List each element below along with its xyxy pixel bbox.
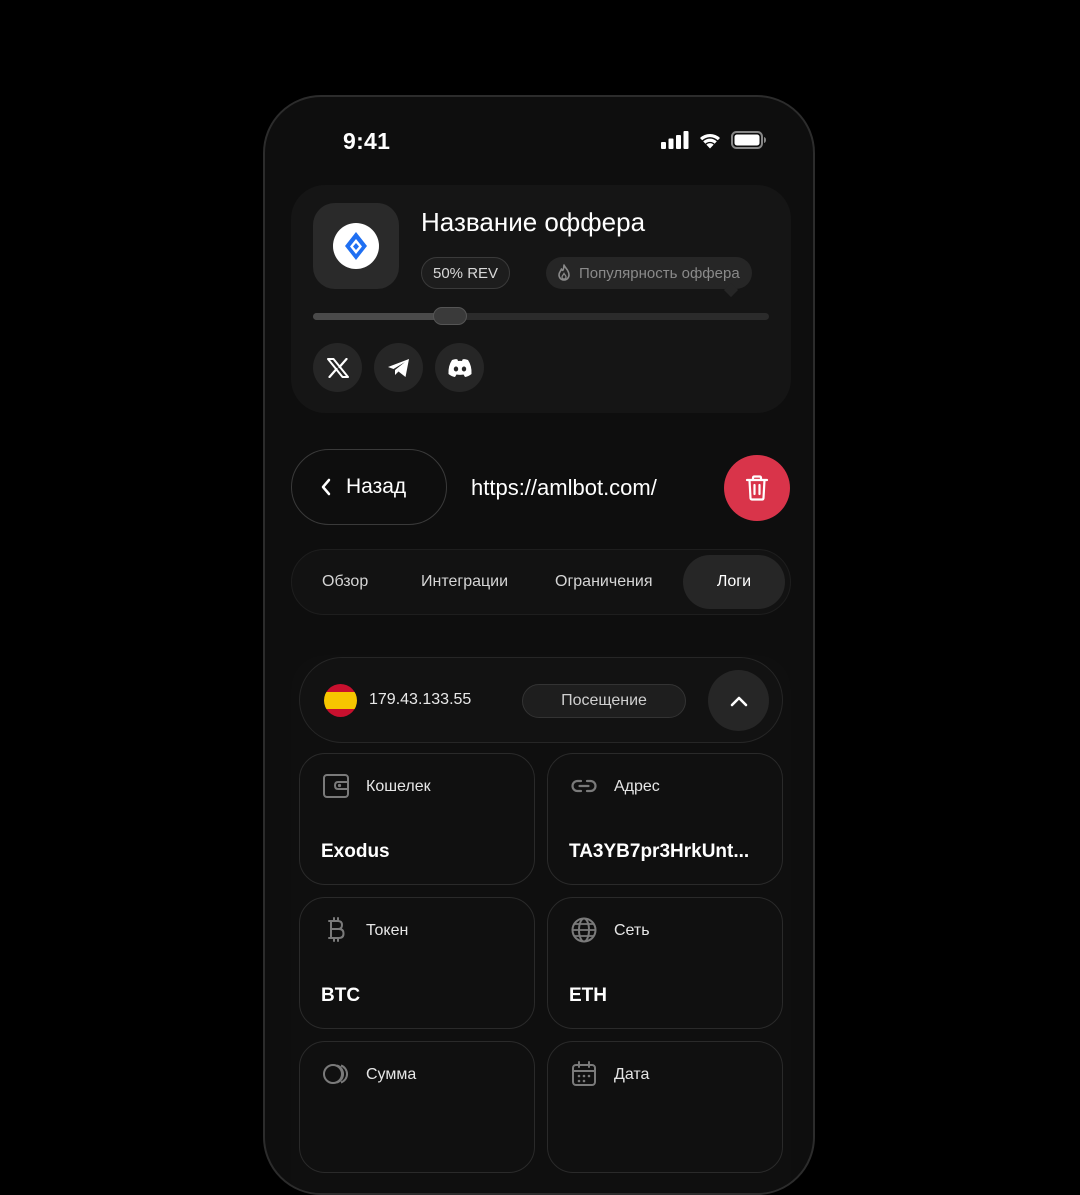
log-entry-card: 179.43.133.55 Посещение Кошелек Exodus А… — [291, 655, 791, 1193]
tab-bar: Обзор Интеграции Ограничения Логи — [291, 549, 791, 615]
x-icon — [326, 357, 349, 378]
status-bar: 9:41 — [265, 97, 813, 187]
field-tile-token: Токен BTC — [299, 897, 535, 1029]
ip-address: 179.43.133.55 — [369, 691, 472, 708]
field-tile-network: Сеть ETH — [547, 897, 783, 1029]
field-value: Exodus — [321, 841, 390, 862]
field-label: Адрес — [614, 778, 660, 795]
spain-flag-icon — [324, 684, 357, 717]
x-button[interactable] — [313, 343, 362, 392]
battery-icon — [731, 131, 766, 149]
tab-restrictions[interactable]: Ограничения — [555, 550, 653, 614]
field-value: ETH — [569, 985, 607, 1006]
wallet-icon — [323, 774, 349, 798]
offer-url[interactable]: https://amlbot.com/ — [471, 475, 657, 501]
collapse-button[interactable] — [708, 670, 769, 731]
rev-badge: 50% REV — [421, 257, 511, 289]
popularity-slider[interactable] — [313, 307, 769, 325]
popularity-badge: Популярность оффера — [546, 257, 752, 289]
social-links — [313, 343, 484, 392]
discord-icon — [447, 358, 472, 377]
chevron-left-icon — [321, 478, 331, 496]
back-label: Назад — [346, 475, 407, 498]
slider-fill — [313, 313, 450, 320]
field-label: Кошелек — [366, 778, 431, 795]
offer-title: Название оффера — [421, 207, 646, 237]
tab-integrations[interactable]: Интеграции — [421, 550, 508, 614]
nav-row: Назад https://amlbot.com/ — [291, 449, 791, 527]
flame-icon — [558, 264, 570, 281]
offer-logo — [313, 203, 399, 289]
cellular-signal-icon — [661, 131, 689, 149]
field-tile-wallet: Кошелек Exodus — [299, 753, 535, 885]
field-value: TA3YB7pr3HrkUnt... — [569, 841, 750, 862]
calendar-icon — [572, 1061, 596, 1086]
back-button[interactable]: Назад — [291, 449, 447, 525]
event-type-badge: Посещение — [522, 684, 686, 718]
tab-overview[interactable]: Обзор — [322, 550, 368, 614]
popularity-label: Популярность оффера — [579, 264, 740, 282]
slider-thumb[interactable] — [432, 307, 467, 325]
status-icons — [661, 131, 767, 149]
field-label: Дата — [614, 1066, 650, 1083]
trash-icon — [745, 475, 769, 501]
amlbot-logo-icon — [345, 232, 367, 260]
field-tile-address: Адрес TA3YB7pr3HrkUnt... — [547, 753, 783, 885]
telegram-icon — [387, 358, 409, 377]
wifi-icon — [700, 133, 720, 149]
field-value: BTC — [321, 985, 361, 1006]
field-label: Токен — [366, 922, 409, 939]
field-label: Сеть — [614, 922, 650, 939]
coins-icon — [323, 1064, 348, 1084]
delete-button[interactable] — [724, 455, 790, 521]
chevron-up-icon — [730, 696, 747, 706]
status-time: 9:41 — [343, 128, 391, 154]
tab-logs[interactable]: Логи — [683, 555, 785, 609]
discord-button[interactable] — [435, 343, 484, 392]
phone-frame: 9:41 Название оффера 50% REV Популярност… — [263, 95, 815, 1195]
bitcoin-icon — [328, 917, 345, 942]
field-label: Сумма — [366, 1066, 417, 1083]
log-entry-header: 179.43.133.55 Посещение — [299, 657, 783, 743]
link-icon — [571, 779, 597, 793]
telegram-button[interactable] — [374, 343, 423, 392]
offer-card: Название оффера 50% REV Популярность офф… — [291, 185, 791, 413]
field-tile-amount: Сумма — [299, 1041, 535, 1173]
globe-icon — [571, 917, 597, 943]
field-tile-date: Дата — [547, 1041, 783, 1173]
